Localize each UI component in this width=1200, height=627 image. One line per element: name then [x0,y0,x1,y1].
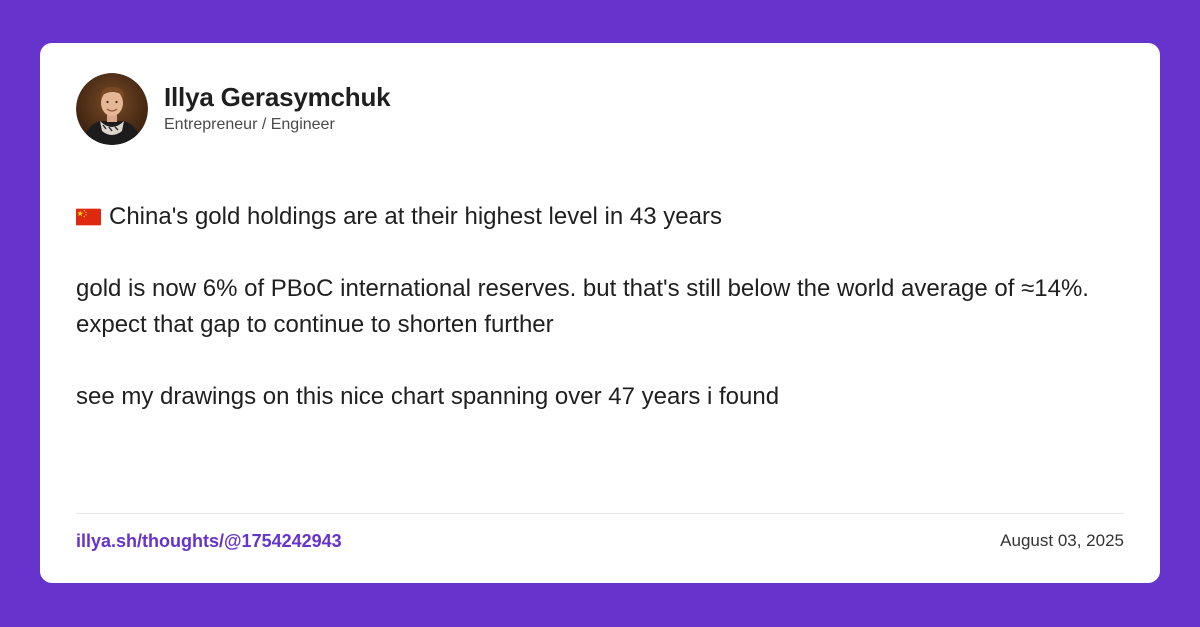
post-permalink[interactable]: illya.sh/thoughts/@1754242943 [76,530,342,552]
post-body: China's gold holdings are at their highe… [76,199,1136,451]
post-date: August 03, 2025 [1000,531,1124,550]
post-paragraph-1: China's gold holdings are at their highe… [76,199,1136,235]
author-name[interactable]: Illya Gerasymchuk [164,82,391,112]
china-flag-icon [76,208,101,226]
post-paragraph-2: gold is now 6% of PBoC international res… [76,275,1089,338]
author-role: Entrepreneur / Engineer [164,116,335,133]
post-paragraph-3: see my drawings on this nice chart spann… [76,383,780,410]
author-info: Illya Gerasymchuk Entrepreneur / Enginee… [164,82,391,136]
post-card: Illya Gerasymchuk Entrepreneur / Enginee… [40,43,1160,583]
post-text-line-1: China's gold holdings are at their highe… [109,203,722,230]
footer-divider [76,513,1124,514]
author-header: Illya Gerasymchuk Entrepreneur / Enginee… [76,73,391,145]
avatar[interactable] [76,73,148,145]
